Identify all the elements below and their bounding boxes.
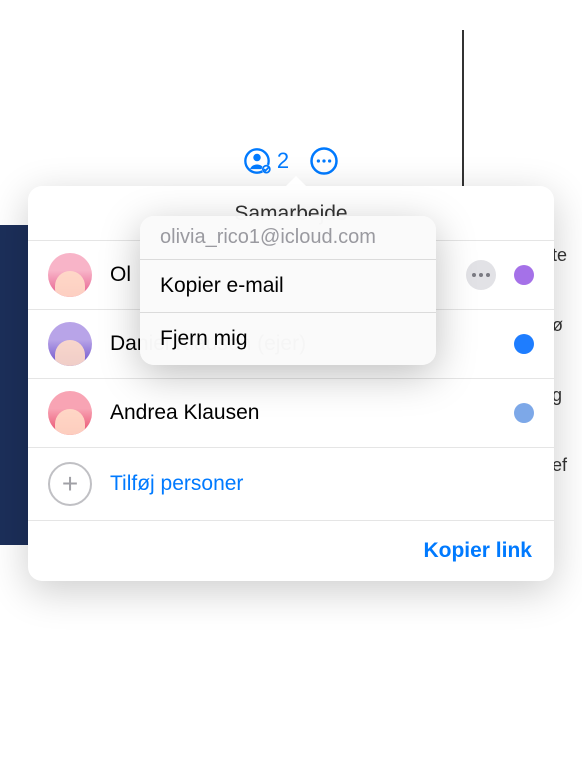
add-people-label: Tilføj personer <box>110 472 243 496</box>
participant-count: 2 <box>277 148 289 174</box>
participant-row[interactable]: Andrea Klausen <box>28 378 554 447</box>
status-dot <box>514 403 534 423</box>
ellipsis-icon <box>472 273 490 277</box>
participant-more-button[interactable] <box>466 260 496 290</box>
copy-link-button[interactable]: Kopier link <box>423 539 532 563</box>
participant-name: Andrea Klausen <box>110 401 496 425</box>
more-button[interactable] <box>309 146 339 176</box>
ellipsis-circle-icon <box>309 146 339 176</box>
avatar <box>48 391 92 435</box>
status-dot <box>514 334 534 354</box>
popover-footer: Kopier link <box>28 520 554 571</box>
context-menu: olivia_rico1@icloud.com Kopier e-mail Fj… <box>140 216 436 365</box>
collaboration-button[interactable]: 2 <box>243 147 289 175</box>
context-menu-email: olivia_rico1@icloud.com <box>140 216 436 259</box>
copy-email-item[interactable]: Kopier e-mail <box>140 259 436 312</box>
status-dot <box>514 265 534 285</box>
remove-me-item[interactable]: Fjern mig <box>140 312 436 365</box>
plus-circle-icon: + <box>48 462 92 506</box>
add-people-button[interactable]: + Tilføj personer <box>28 447 554 520</box>
person-icon <box>243 147 271 175</box>
avatar <box>48 322 92 366</box>
avatar <box>48 253 92 297</box>
